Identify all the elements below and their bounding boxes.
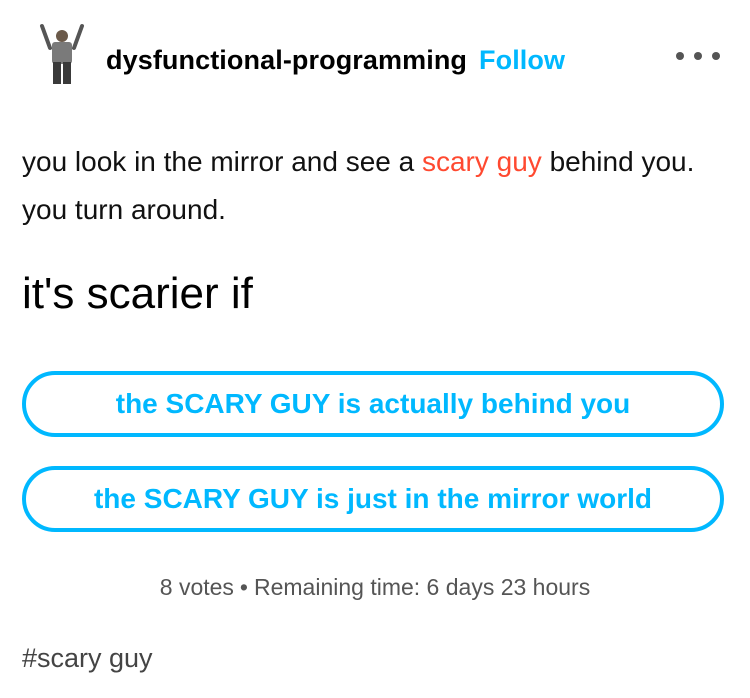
poll-stats: 8 votes • Remaining time: 6 days 23 hours — [0, 574, 750, 601]
blog-line: dysfunctional-programming Follow — [106, 40, 565, 80]
poll-option-1[interactable]: the SCARY GUY is actually behind you — [22, 371, 724, 437]
post-body: you look in the mirror and see a scary g… — [22, 138, 734, 234]
scary-guy-link[interactable]: scary guy — [422, 146, 542, 177]
poll-question: it's scarier if — [22, 269, 253, 318]
poll-option-2[interactable]: the SCARY GUY is just in the mirror worl… — [22, 466, 724, 532]
remaining-time: Remaining time: 6 days 23 hours — [253, 574, 591, 600]
ellipsis-icon[interactable] — [676, 44, 720, 68]
tag-scary-guy[interactable]: #scary guy — [22, 643, 153, 674]
poll-option-label: the SCARY GUY is actually behind you — [115, 388, 631, 419]
poll-option-label: the SCARY GUY is just in the mirror worl… — [93, 483, 653, 514]
avatar[interactable] — [38, 22, 86, 88]
blog-name[interactable]: dysfunctional-programming — [106, 45, 467, 76]
stats-separator: • — [239, 574, 248, 600]
follow-button[interactable]: Follow — [479, 45, 565, 76]
body-text-start: you look in the mirror and see a — [22, 146, 422, 177]
post-header: dysfunctional-programming Follow — [0, 0, 750, 110]
vote-count: 8 votes — [159, 574, 234, 600]
